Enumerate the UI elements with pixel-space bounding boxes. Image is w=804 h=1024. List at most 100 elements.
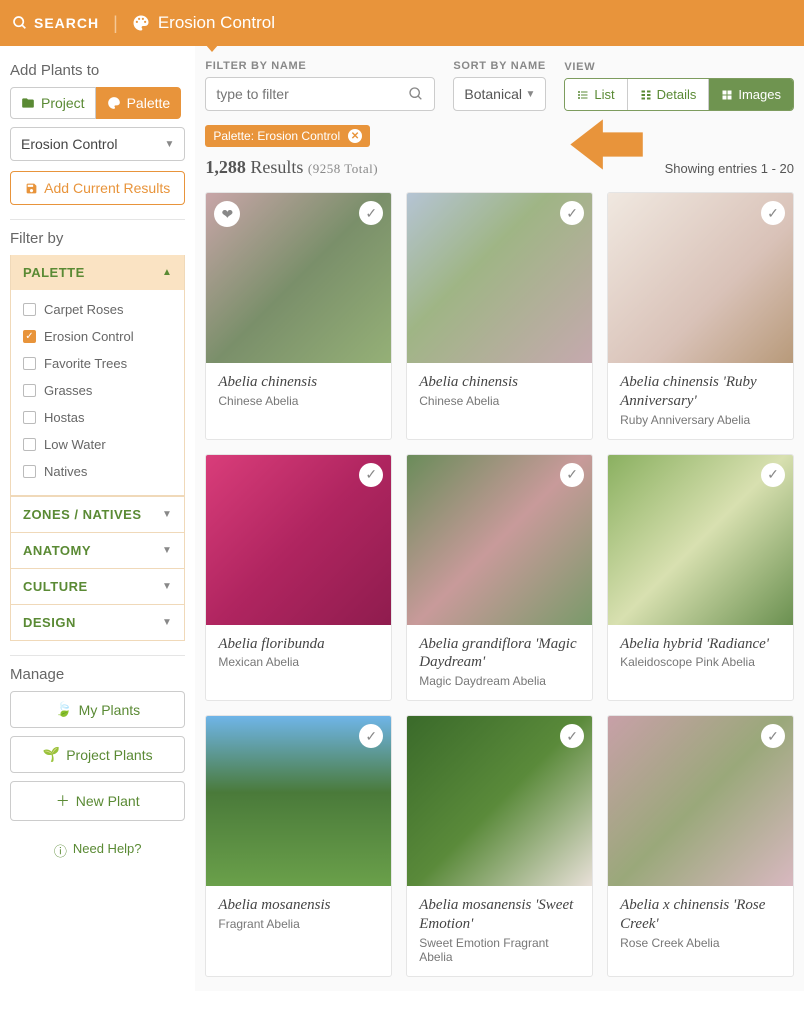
plant-common-name: Fragrant Abelia bbox=[218, 917, 379, 931]
favorite-icon[interactable]: ❤ bbox=[214, 201, 240, 227]
results-count: 1,288 Results (9258 Total) bbox=[205, 157, 378, 178]
help-icon: ⓘ bbox=[54, 841, 67, 860]
filter-chip-palette[interactable]: Palette: Erosion Control ✕ bbox=[205, 125, 370, 147]
add-current-results-button[interactable]: Add Current Results bbox=[10, 171, 185, 205]
plant-thumbnail: ✓ bbox=[407, 193, 592, 363]
check-icon[interactable]: ✓ bbox=[359, 724, 383, 748]
plant-card[interactable]: ✓Abelia chinensis 'Ruby Anniversary'Ruby… bbox=[607, 192, 794, 440]
checkbox-icon bbox=[23, 438, 36, 451]
view-list-button[interactable]: List bbox=[565, 79, 627, 110]
chevron-down-icon: ▼ bbox=[164, 139, 174, 150]
plant-card[interactable]: ✓Abelia x chinensis 'Rose Creek'Rose Cre… bbox=[607, 715, 794, 977]
filter-by-heading: Filter by bbox=[10, 230, 185, 247]
chevron-down-icon: ▼ bbox=[162, 545, 172, 556]
plant-name: Abelia chinensis bbox=[419, 373, 580, 392]
search-icon bbox=[408, 86, 424, 102]
filter-section-toggle[interactable]: ANATOMY▼ bbox=[11, 533, 184, 568]
filter-section-toggle[interactable]: CULTURE▼ bbox=[11, 569, 184, 604]
plant-common-name: Rose Creek Abelia bbox=[620, 936, 781, 950]
palette-filter-item[interactable]: Carpet Roses bbox=[23, 296, 172, 323]
top-bar: SEARCH | Erosion Control bbox=[0, 0, 804, 46]
details-icon bbox=[640, 89, 652, 101]
sort-label: SORT BY NAME bbox=[453, 60, 546, 72]
plant-name: Abelia mosanensis bbox=[218, 896, 379, 915]
plant-thumbnail: ✓ bbox=[608, 193, 793, 363]
view-label: VIEW bbox=[564, 61, 794, 73]
plant-card[interactable]: ✓Abelia mosanensis 'Sweet Emotion'Sweet … bbox=[406, 715, 593, 977]
plant-name: Abelia mosanensis 'Sweet Emotion' bbox=[419, 896, 580, 934]
palette-filter-item[interactable]: Hostas bbox=[23, 404, 172, 431]
plant-name: Abelia grandiflora 'Magic Daydream' bbox=[419, 635, 580, 673]
filter-name-label: FILTER BY NAME bbox=[205, 60, 435, 72]
palette-filter-item[interactable]: Grasses bbox=[23, 377, 172, 404]
plant-thumbnail: ✓ bbox=[206, 455, 391, 625]
plant-card[interactable]: ❤✓Abelia chinensisChinese Abelia bbox=[205, 192, 392, 440]
filter-section-palette[interactable]: PALETTE ▲ bbox=[11, 255, 184, 290]
search-link[interactable]: SEARCH bbox=[12, 15, 99, 31]
close-icon[interactable]: ✕ bbox=[348, 129, 362, 143]
manage-button[interactable]: 🍃My Plants bbox=[10, 691, 185, 728]
plant-card[interactable]: ✓Abelia hybrid 'Radiance'Kaleidoscope Pi… bbox=[607, 454, 794, 702]
plant-common-name: Magic Daydream Abelia bbox=[419, 674, 580, 688]
palette-filter-item[interactable]: Favorite Trees bbox=[23, 350, 172, 377]
palette-filter-item[interactable]: ✓Erosion Control bbox=[23, 323, 172, 350]
check-icon[interactable]: ✓ bbox=[560, 724, 584, 748]
palette-filter-item[interactable]: Low Water bbox=[23, 431, 172, 458]
check-icon[interactable]: ✓ bbox=[560, 463, 584, 487]
callout-arrow-icon bbox=[570, 112, 645, 177]
showing-entries: Showing entries 1 - 20 bbox=[665, 161, 794, 176]
filter-section-toggle[interactable]: ZONES / NATIVES▼ bbox=[11, 497, 184, 532]
palette-filter-item[interactable]: Natives bbox=[23, 458, 172, 485]
manage-icon: ＋ bbox=[56, 791, 70, 811]
plant-card[interactable]: ✓ Abelia floribundaMexican Abelia bbox=[205, 454, 392, 702]
collapse-icon: ▲ bbox=[162, 267, 172, 278]
manage-button[interactable]: 🌱Project Plants bbox=[10, 736, 185, 773]
chevron-down-icon: ▼ bbox=[525, 89, 535, 100]
folder-icon bbox=[21, 96, 35, 110]
plant-name: Abelia hybrid 'Radiance' bbox=[620, 635, 781, 654]
checkbox-icon: ✓ bbox=[23, 330, 36, 343]
divider bbox=[10, 655, 185, 656]
manage-button[interactable]: ＋New Plant bbox=[10, 781, 185, 821]
filter-name-input[interactable] bbox=[216, 86, 408, 102]
need-help-link[interactable]: ⓘ Need Help? bbox=[10, 841, 185, 860]
palette-button[interactable]: Palette bbox=[96, 87, 182, 119]
check-icon[interactable]: ✓ bbox=[359, 463, 383, 487]
plant-card[interactable]: ✓ Abelia mosanensis Fragrant Abelia bbox=[205, 715, 392, 977]
filter-section-toggle[interactable]: DESIGN▼ bbox=[11, 605, 184, 640]
plant-thumbnail: ✓ bbox=[407, 455, 592, 625]
view-images-button[interactable]: Images bbox=[709, 79, 793, 110]
divider bbox=[10, 219, 185, 220]
plant-card[interactable]: ✓Abelia chinensisChinese Abelia bbox=[406, 192, 593, 440]
manage-icon: 🍃 bbox=[55, 701, 72, 718]
plant-thumbnail: ✓ bbox=[608, 455, 793, 625]
check-icon[interactable]: ✓ bbox=[761, 724, 785, 748]
chevron-down-icon: ▼ bbox=[162, 509, 172, 520]
checkbox-icon bbox=[23, 357, 36, 370]
plant-card[interactable]: ✓ Abelia grandiflora 'Magic Daydream'Magi… bbox=[406, 454, 593, 702]
grid-icon bbox=[721, 89, 733, 101]
plant-common-name: Mexican Abelia bbox=[218, 655, 379, 669]
view-toggle: List Details Images bbox=[564, 78, 794, 111]
palette-select[interactable]: Erosion Control ▼ bbox=[10, 127, 185, 161]
project-button[interactable]: Project bbox=[10, 87, 96, 119]
plant-name: Abelia floribunda bbox=[218, 635, 379, 654]
plant-thumbnail: ✓ bbox=[206, 716, 391, 886]
plant-thumbnail: ✓ bbox=[608, 716, 793, 886]
breadcrumb: Erosion Control bbox=[132, 13, 275, 33]
search-label: SEARCH bbox=[34, 15, 99, 31]
check-icon[interactable]: ✓ bbox=[359, 201, 383, 225]
check-icon[interactable]: ✓ bbox=[560, 201, 584, 225]
sort-select[interactable]: Botanical ▼ bbox=[453, 77, 546, 111]
filter-name-input-wrap[interactable] bbox=[205, 77, 435, 111]
palette-icon bbox=[107, 96, 121, 110]
plant-thumbnail: ❤✓ bbox=[206, 193, 391, 363]
view-details-button[interactable]: Details bbox=[628, 79, 710, 110]
page-title: Erosion Control bbox=[158, 13, 275, 33]
check-icon[interactable]: ✓ bbox=[761, 201, 785, 225]
list-icon bbox=[577, 89, 589, 101]
plant-common-name: Ruby Anniversary Abelia bbox=[620, 413, 781, 427]
add-to-toggle: Project Palette bbox=[10, 87, 185, 119]
check-icon[interactable]: ✓ bbox=[761, 463, 785, 487]
plant-grid: ❤✓Abelia chinensisChinese Abelia✓Abelia … bbox=[205, 192, 794, 977]
